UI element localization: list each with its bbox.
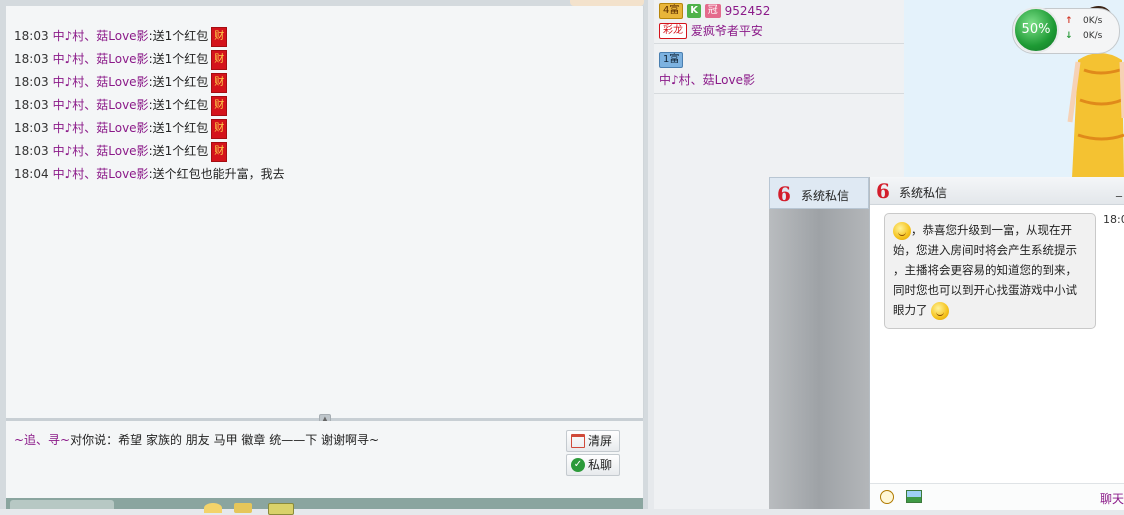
message-user[interactable]: 中♪村、菇Love影 <box>53 167 149 181</box>
message-user[interactable]: 中♪村、菇Love影 <box>53 52 149 66</box>
message-time: 18:04 <box>14 167 49 181</box>
six-logo-icon: 6 <box>876 179 890 203</box>
red-envelope-icon: 财 <box>211 141 228 162</box>
font-style-icon[interactable] <box>268 503 294 515</box>
system-message-titlebar[interactable]: 6 系统私信 _ <box>870 177 1124 205</box>
network-meter[interactable]: 50% ↑ 0K/s ↓ 0K/s <box>1012 7 1120 54</box>
message-text: :送1个红包 <box>148 75 209 89</box>
input-bar[interactable] <box>6 498 643 509</box>
minimize-button[interactable]: _ <box>1116 183 1122 197</box>
user-id: 952452 <box>724 4 771 18</box>
download-value: 0K/s <box>1083 31 1103 41</box>
system-message-toolbar: 聊天 <box>870 483 1124 510</box>
system-message-tab-title: 系统私信 <box>801 189 850 203</box>
red-envelope-icon: 财 <box>211 118 228 139</box>
rich-level-badge: 4富 <box>659 3 684 19</box>
chat-message: 18:03 中♪村、菇Love影:送1个红包财 <box>14 25 228 47</box>
system-message-bubble: ，恭喜您升级到一富，从现在开 始，您进入房间时将会产生系统提示 ，主播将会更容易… <box>884 213 1096 329</box>
system-message-tab-window[interactable]: 6 系统私信 <box>769 177 869 509</box>
system-message-line: 始，您进入房间时将会产生系统提示 <box>893 243 1077 257</box>
input-bar-tab[interactable] <box>10 500 114 509</box>
message-text: :送个红包也能升富，我去 <box>148 167 285 181</box>
message-text: :送1个红包 <box>148 29 209 43</box>
rich-level-badge: 1富 <box>659 52 684 68</box>
message-time: 18:03 <box>14 75 49 89</box>
download-arrow-icon: ↓ <box>1065 31 1073 41</box>
private-message-sender[interactable]: ~追、寻~ <box>14 433 70 447</box>
red-envelope-icon: 财 <box>211 49 228 70</box>
chat-message: 18:03 中♪村、菇Love影:送1个红包财 <box>14 117 228 139</box>
upload-arrow-icon: ↑ <box>1065 16 1073 26</box>
message-text: :送1个红包 <box>148 52 209 66</box>
private-chat-button[interactable]: ✓ 私聊 <box>566 454 620 476</box>
private-chat-label: 私聊 <box>588 458 613 472</box>
download-speed: ↓ 0K/s <box>1065 31 1117 41</box>
message-text: :送1个红包 <box>148 98 209 112</box>
message-time: 18:03 <box>14 144 49 158</box>
system-message-line: 眼力了 <box>893 303 928 317</box>
chat-link[interactable]: 聊天 <box>1100 490 1124 507</box>
emoji-icon[interactable] <box>204 503 222 513</box>
smile-emoji-icon <box>931 301 950 320</box>
red-envelope-icon: 财 <box>211 95 228 116</box>
clear-screen-button[interactable]: 清屏 <box>566 430 620 452</box>
chat-message: 18:03 中♪村、菇Love影:送1个红包财 <box>14 48 228 70</box>
red-envelope-icon: 财 <box>211 72 228 93</box>
vip-badge-icon: 冠 <box>704 4 721 18</box>
message-user[interactable]: 中♪村、菇Love影 <box>53 98 149 112</box>
chat-log: 18:03 中♪村、菇Love影:送1个红包财 18:03 中♪村、菇Love影:送… <box>6 6 644 418</box>
k-badge-icon: K <box>687 4 701 18</box>
private-message-area: ~追、寻~对你说：希望 家族的 朋友 马甲 徽章 统——下 谢谢啊寻~ 清屏 ✓… <box>6 421 643 498</box>
message-time: 18:03 <box>14 121 49 135</box>
chat-message: 18:03 中♪村、菇Love影:送1个红包财 <box>14 140 228 162</box>
title-badge: 彩龙 <box>659 22 687 39</box>
user-list-item[interactable]: 4富 K 冠 952452 彩龙 爱疯爷者平安 <box>654 0 904 44</box>
chat-message: 18:04 中♪村、菇Love影:送个红包也能升富，我去 <box>14 163 285 185</box>
trash-icon <box>571 433 585 448</box>
message-time: 18:0 <box>1103 213 1124 226</box>
message-time: 18:03 <box>14 98 49 112</box>
upload-value: 0K/s <box>1083 16 1103 26</box>
system-message-window: 6 系统私信 _ 18:0 ，恭喜您升级到一富，从现在开 始，您进入房间时将会产… <box>869 177 1124 510</box>
clear-screen-label: 清屏 <box>588 434 613 448</box>
message-text: :送1个红包 <box>148 144 209 158</box>
system-message-tab[interactable]: 6 系统私信 <box>769 177 869 209</box>
check-icon: ✓ <box>571 457 585 472</box>
chat-message: 18:03 中♪村、菇Love影:送1个红包财 <box>14 71 228 93</box>
cpu-usage-indicator: 50% <box>1013 7 1059 53</box>
user-list-item[interactable]: 1富 中♪村、菇Love影 <box>654 44 904 94</box>
message-user[interactable]: 中♪村、菇Love影 <box>53 29 149 43</box>
system-message-window-title: 系统私信 <box>899 186 948 200</box>
message-time: 18:03 <box>14 29 49 43</box>
shy-emoji-icon <box>893 221 911 240</box>
image-icon[interactable] <box>906 490 922 503</box>
chat-panel: 18:03 中♪村、菇Love影:送1个红包财 18:03 中♪村、菇Love影:送… <box>0 0 648 515</box>
user-name[interactable]: 中♪村、菇Love影 <box>659 73 755 87</box>
message-time: 18:03 <box>14 52 49 66</box>
chat-message: 18:03 中♪村、菇Love影:送1个红包财 <box>14 94 228 116</box>
six-logo-icon: 6 <box>777 182 791 206</box>
private-message: ~追、寻~对你说：希望 家族的 朋友 马甲 徽章 统——下 谢谢啊寻~ <box>14 431 379 449</box>
message-text: :送1个红包 <box>148 121 209 135</box>
message-user[interactable]: 中♪村、菇Love影 <box>53 144 149 158</box>
system-message-line: ，主播将会更容易的知道您的到来， <box>893 263 1077 277</box>
system-message-line: ，恭喜您升级到一富，从现在开 <box>911 223 1072 237</box>
gift-icon[interactable] <box>234 503 252 513</box>
private-message-text: 对你说：希望 家族的 朋友 马甲 徽章 统——下 谢谢啊寻~ <box>70 433 380 447</box>
emoji-picker-icon[interactable] <box>880 490 894 504</box>
red-envelope-icon: 财 <box>211 26 228 47</box>
upload-speed: ↑ 0K/s <box>1065 16 1117 26</box>
message-user[interactable]: 中♪村、菇Love影 <box>53 121 149 135</box>
message-user[interactable]: 中♪村、菇Love影 <box>53 75 149 89</box>
user-name[interactable]: 爱疯爷者平安 <box>691 24 763 38</box>
system-message-line: 同时您也可以到开心找蛋游戏中小试 <box>893 283 1077 297</box>
